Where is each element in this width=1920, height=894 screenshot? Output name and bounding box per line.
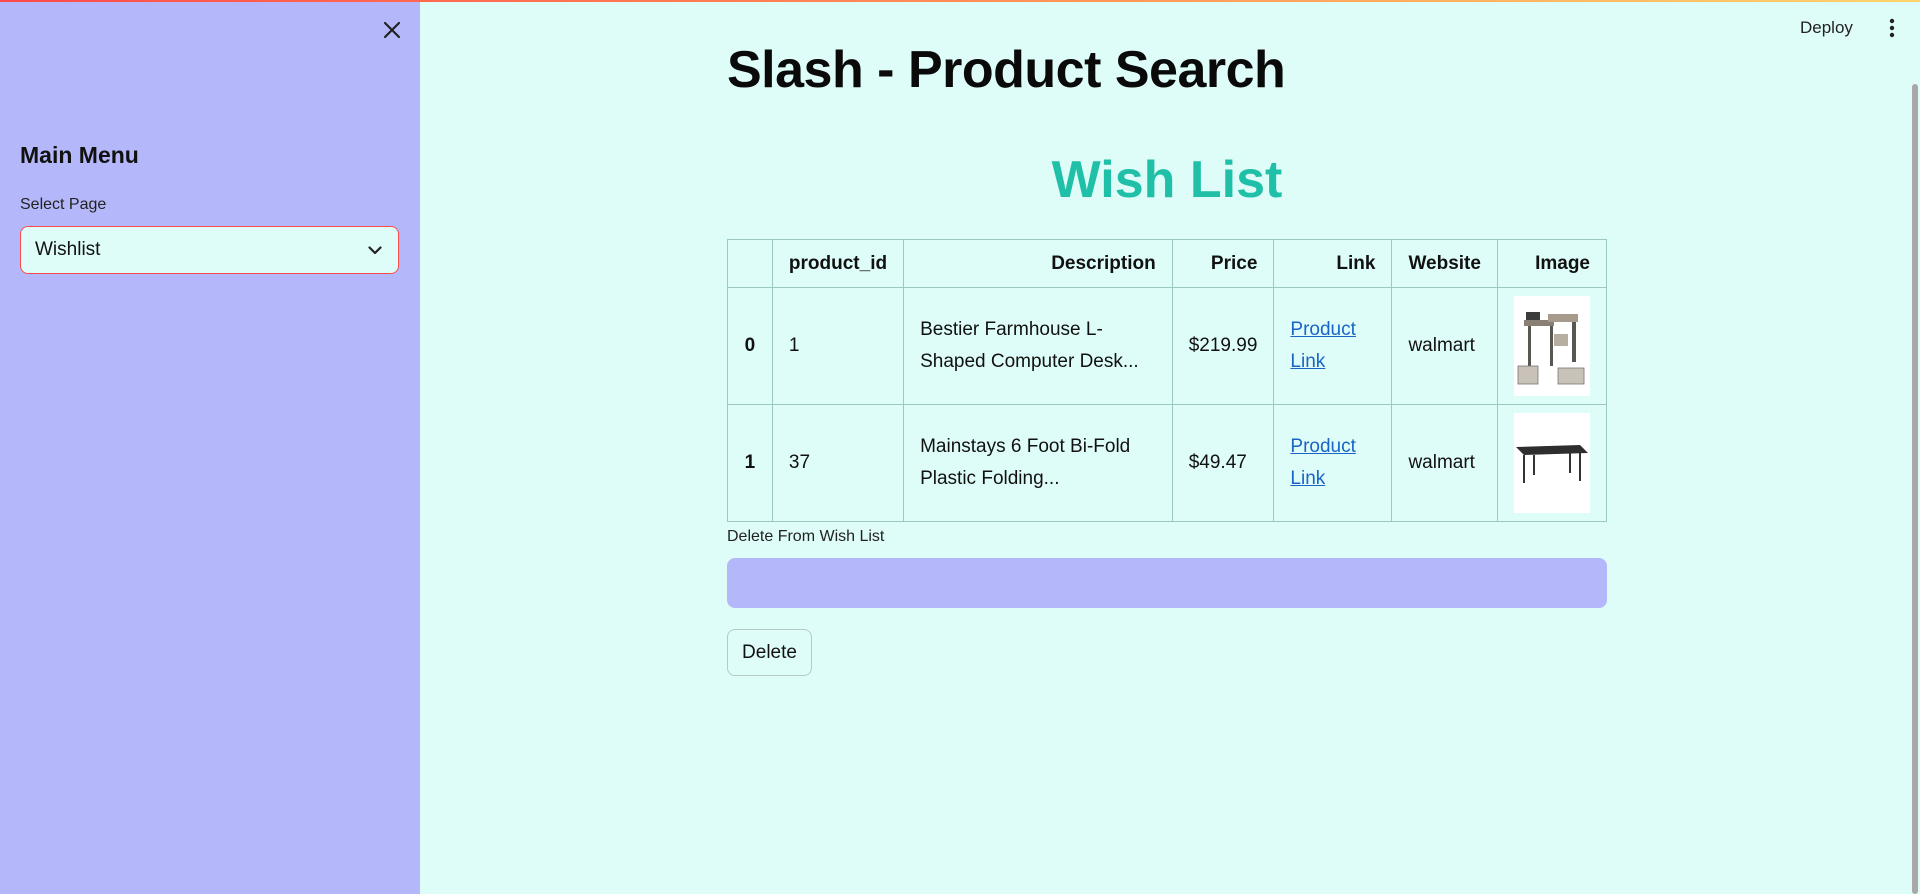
wish-list-table: product_id Description Price Link Websit…: [727, 239, 1608, 522]
sidebar: Main Menu Select Page Wishlist: [0, 0, 420, 894]
top-decoration-bar: [0, 0, 1920, 2]
delete-input[interactable]: [727, 558, 1607, 608]
table-row: 1 37 Mainstays 6 Foot Bi-Fold Plastic Fo…: [727, 404, 1608, 522]
wish-list-heading: Wish List: [1051, 151, 1283, 209]
link-cell: Product Link: [1273, 404, 1393, 522]
deploy-button[interactable]: Deploy: [1800, 16, 1853, 40]
table-header-row: product_id Description Price Link Websit…: [727, 239, 1608, 288]
folding-table-product-image: [1514, 413, 1590, 513]
select-page-dropdown[interactable]: Wishlist: [20, 226, 399, 274]
column-header-description: Description: [903, 239, 1173, 288]
page-title: Slash - Product Search: [727, 41, 1286, 99]
chevron-down-icon: [366, 241, 384, 259]
row-index: 1: [727, 404, 773, 522]
delete-field-label: Delete From Wish List: [727, 528, 885, 545]
select-page-value: Wishlist: [35, 239, 101, 260]
product-link[interactable]: Product Link: [1290, 436, 1355, 489]
row-index: 0: [727, 287, 773, 405]
website-cell: walmart: [1391, 404, 1498, 522]
link-cell: Product Link: [1273, 287, 1393, 405]
image-cell: [1496, 287, 1608, 405]
app-root: Main Menu Select Page Wishlist Deploy Sl…: [0, 0, 1920, 894]
product-link[interactable]: Product Link: [1290, 319, 1355, 372]
website-cell: walmart: [1391, 287, 1498, 405]
description-cell: Mainstays 6 Foot Bi-Fold Plastic Folding…: [903, 404, 1173, 522]
desk-product-image: [1514, 296, 1590, 396]
table-row: 0 1 Bestier Farmhouse L-Shaped Computer …: [727, 287, 1608, 405]
kebab-menu-icon[interactable]: [1880, 14, 1904, 42]
select-page-label: Select Page: [20, 196, 107, 213]
product-id-cell: 37: [771, 404, 905, 522]
close-icon[interactable]: [378, 16, 406, 44]
column-header-link: Link: [1273, 239, 1393, 288]
column-header-website: Website: [1391, 239, 1498, 288]
column-header-index: [727, 239, 773, 288]
price-cell: $219.99: [1171, 287, 1275, 405]
sidebar-heading: Main Menu: [20, 142, 139, 168]
delete-button[interactable]: Delete: [727, 629, 812, 676]
column-header-product-id: product_id: [771, 239, 905, 288]
product-id-cell: 1: [771, 287, 905, 405]
column-header-image: Image: [1496, 239, 1608, 288]
price-cell: $49.47: [1171, 404, 1275, 522]
column-header-price: Price: [1171, 239, 1275, 288]
image-cell: [1496, 404, 1608, 522]
vertical-scrollbar[interactable]: [1912, 84, 1918, 894]
description-cell: Bestier Farmhouse L-Shaped Computer Desk…: [903, 287, 1173, 405]
